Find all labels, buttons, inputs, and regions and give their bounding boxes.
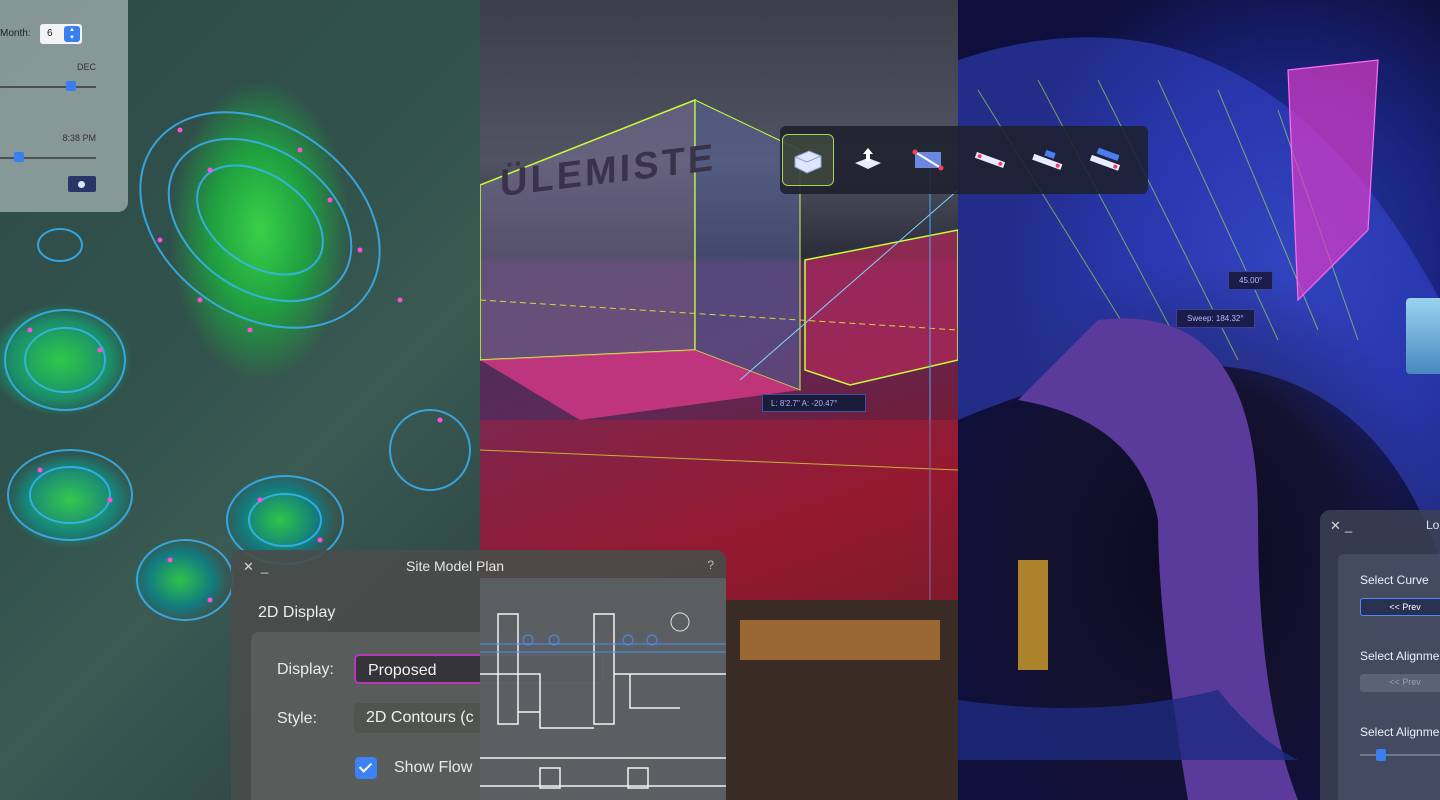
prev-alignment-button[interactable]: << Prev bbox=[1360, 674, 1440, 692]
section-plane-icon bbox=[912, 149, 944, 171]
style-label: Style: bbox=[277, 710, 318, 727]
section-plane-tool-button[interactable] bbox=[902, 134, 954, 186]
month-label: Month: bbox=[0, 28, 31, 39]
display-select-value: Proposed bbox=[368, 662, 437, 679]
display-label: Display: bbox=[277, 661, 334, 678]
push-pull-icon bbox=[855, 148, 881, 169]
stepper-arrows-icon[interactable]: ▲ ▼ bbox=[64, 26, 80, 42]
month-slider-thumb[interactable] bbox=[66, 81, 76, 91]
solid-block-tool-button[interactable] bbox=[782, 134, 834, 186]
section-heading: 2D Display bbox=[258, 604, 336, 621]
modeling-toolbar bbox=[780, 126, 1148, 194]
minimize-icon[interactable]: _ bbox=[261, 559, 268, 574]
select-curve-label: Select Curve bbox=[1360, 573, 1429, 587]
dialog-title: Site Model Plan bbox=[406, 558, 505, 574]
close-icon[interactable]: ✕ bbox=[1330, 518, 1341, 534]
dialog-title: Lo bbox=[1426, 518, 1440, 532]
minimize-icon[interactable]: _ bbox=[1345, 518, 1352, 533]
dimension-chain-icon bbox=[974, 152, 1006, 168]
dialog-titlebar[interactable]: ✕ _ Site Model Plan ? bbox=[231, 550, 726, 580]
hierarchy-dimension-icon bbox=[1089, 147, 1121, 171]
site-plan-drawing bbox=[480, 578, 726, 800]
alignment-slider-thumb[interactable] bbox=[1376, 749, 1386, 761]
alignment-slider-track[interactable] bbox=[1360, 754, 1440, 756]
month-slider-track[interactable] bbox=[0, 86, 96, 88]
month-stepper[interactable]: 6 ▲ ▼ bbox=[40, 24, 82, 44]
select-alignment-label-2: Select Alignmer bbox=[1360, 725, 1440, 739]
style-select-value: 2D Contours (c bbox=[366, 709, 474, 726]
push-pull-tool-button[interactable] bbox=[842, 134, 894, 186]
month-value: 6 bbox=[47, 28, 53, 39]
solid-block-icon bbox=[794, 150, 822, 174]
dimension-chain-tool-button[interactable] bbox=[964, 134, 1016, 186]
dimension-readout: L: 8'2.7" A: -20.47° bbox=[762, 394, 866, 412]
show-flow-label: Show Flow bbox=[394, 759, 473, 776]
prev-curve-button[interactable]: << Prev bbox=[1360, 598, 1440, 616]
loft-curve-dialog: ✕ _ Lo Select Curve << Prev Select Align… bbox=[1320, 510, 1440, 800]
preview-thumbnail[interactable] bbox=[1406, 298, 1440, 374]
show-flow-checkbox[interactable] bbox=[355, 757, 377, 779]
month-end-label: DEC bbox=[76, 62, 96, 72]
hierarchy-dimension-tool-button[interactable] bbox=[1080, 134, 1132, 186]
stepped-dimension-icon bbox=[1032, 149, 1063, 170]
help-icon[interactable]: ? bbox=[707, 558, 714, 572]
stepped-dimension-tool-button[interactable] bbox=[1022, 134, 1074, 186]
sweep-tag: Sweep: 184.32° bbox=[1176, 309, 1255, 328]
time-slider-thumb[interactable] bbox=[14, 152, 24, 162]
select-alignment-label: Select Alignmer bbox=[1360, 649, 1440, 663]
angle-tag: 45.00° bbox=[1228, 271, 1274, 290]
close-icon[interactable]: ✕ bbox=[243, 559, 254, 575]
sun-study-widget: Month: 6 ▲ ▼ DEC 8:38 PM bbox=[0, 0, 128, 212]
north-arrow-icon bbox=[670, 612, 690, 632]
time-label: 8:38 PM bbox=[62, 133, 96, 143]
moon-icon[interactable] bbox=[68, 176, 96, 192]
floor-plan-lines bbox=[480, 612, 726, 789]
